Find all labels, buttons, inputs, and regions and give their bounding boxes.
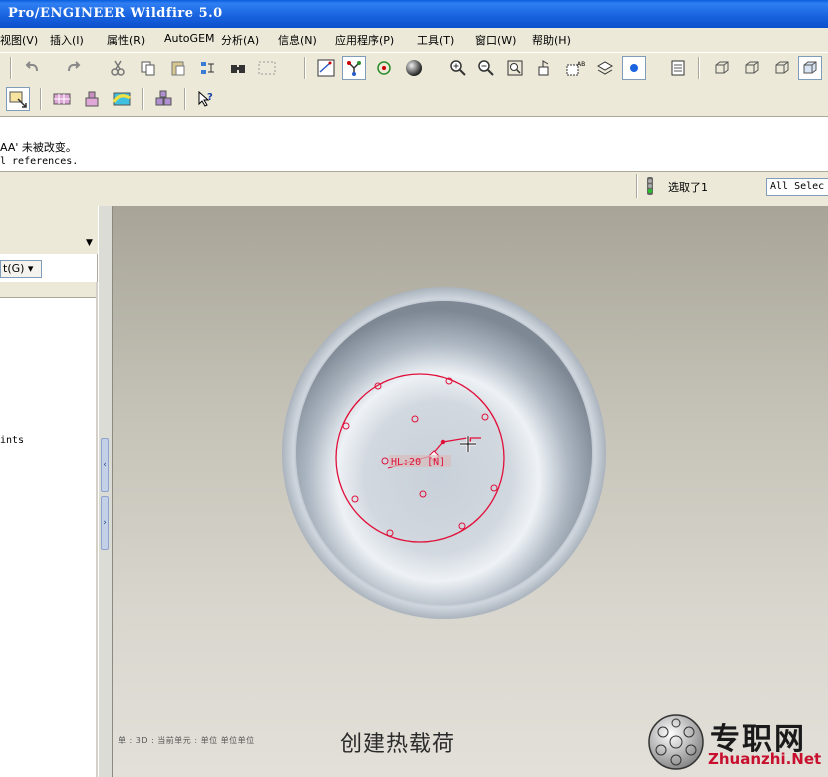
sketch-icon[interactable]	[314, 56, 338, 80]
results-icon[interactable]	[152, 87, 176, 111]
whats-this-icon[interactable]: ?	[194, 87, 218, 111]
menu-info[interactable]: 信息(N)	[278, 32, 317, 48]
navigator-panel: ▼ t(G) ▾ ints	[0, 206, 98, 777]
zoom-in-icon[interactable]	[446, 56, 470, 80]
display-style-icon[interactable]	[622, 56, 646, 80]
graphics-status-text: 单 : 3D : 当前单元 : 单位 单位单位	[118, 736, 255, 745]
traffic-light-icon	[644, 176, 656, 199]
tree-column-header	[0, 282, 96, 298]
menu-analysis[interactable]: 分析(A)	[221, 32, 259, 48]
copy-icon[interactable]	[136, 56, 160, 80]
tree-filter-label: t(G)	[3, 262, 25, 275]
toolbar-separator	[40, 88, 42, 110]
tree-item[interactable]: ints	[0, 435, 24, 446]
no-hidden-icon[interactable]	[770, 56, 794, 80]
menu-autogem[interactable]: AutoGEM	[164, 32, 215, 45]
paste-icon[interactable]	[166, 56, 190, 80]
constraint-icon[interactable]	[80, 87, 104, 111]
bowl-interior[interactable]	[296, 301, 592, 605]
toolbar-separator	[10, 57, 12, 79]
datum-display-icon[interactable]	[342, 56, 366, 80]
collapse-left-icon[interactable]: ‹	[101, 438, 109, 492]
menu-help[interactable]: 帮助(H)	[532, 32, 571, 48]
soccer-ball-logo-icon	[648, 714, 704, 770]
secondary-toolbar: ?	[0, 84, 828, 114]
graphics-window[interactable]: HL:20 [N]	[112, 206, 828, 777]
logo-english-text: Zhuanzhi.Net	[708, 750, 822, 768]
hidden-line-icon[interactable]	[740, 56, 764, 80]
message-line-2: l references.	[0, 156, 79, 167]
expand-right-icon[interactable]: ›	[101, 496, 109, 550]
status-divider	[636, 174, 638, 198]
menu-bar: 视图(V) 插入(I) 属性(R) AutoGEM 分析(A) 信息(N) 应用…	[0, 28, 828, 50]
mesh-icon[interactable]	[6, 87, 30, 111]
svg-text:?: ?	[207, 92, 213, 103]
find-icon[interactable]	[226, 56, 250, 80]
toolbar-separator	[304, 57, 306, 79]
main-toolbar: AB	[0, 52, 828, 82]
chevron-down-icon: ▾	[24, 262, 34, 275]
zoom-out-icon[interactable]	[474, 56, 498, 80]
menu-properties[interactable]: 属性(R)	[107, 32, 145, 48]
menu-view[interactable]: 视图(V)	[0, 32, 38, 48]
orient-icon[interactable]	[533, 56, 557, 80]
model-viewport[interactable]: HL:20 [N]	[113, 206, 828, 777]
video-subtitle: 创建热载荷	[340, 732, 456, 757]
select-box-icon[interactable]	[256, 56, 280, 80]
model-tree-icon[interactable]	[666, 56, 690, 80]
message-area: AA' 未被改变。 l references.	[0, 116, 828, 172]
cut-icon[interactable]	[106, 56, 130, 80]
saved-views-icon[interactable]: AB	[563, 56, 587, 80]
selection-status-bar: 选取了1 All Selec	[0, 172, 828, 200]
menu-tools[interactable]: 工具(T)	[417, 32, 454, 48]
toolbar-separator	[184, 88, 186, 110]
redo-icon[interactable]	[62, 56, 86, 80]
undo-icon[interactable]	[20, 56, 44, 80]
tree-filter-dropdown[interactable]: t(G) ▾	[0, 260, 42, 278]
svg-text:AB: AB	[577, 61, 585, 68]
menu-window[interactable]: 窗口(W)	[475, 32, 516, 48]
load-annotation[interactable]: HL:20 [N]	[391, 457, 445, 468]
watermark-logo: 专职网 Zhuanzhi.Net	[646, 712, 828, 772]
menu-applications[interactable]: 应用程序(P)	[335, 32, 394, 48]
selection-count: 选取了1	[668, 181, 708, 194]
toolbar-separator	[142, 88, 144, 110]
toolbar-separator	[698, 57, 700, 79]
panel-sash[interactable]: ‹ ›	[98, 206, 112, 777]
chevron-down-icon[interactable]: ▼	[86, 238, 93, 248]
menu-insert[interactable]: 插入(I)	[50, 32, 84, 48]
layers-icon[interactable]	[593, 56, 617, 80]
shaded-icon[interactable]	[798, 56, 822, 80]
refit-icon[interactable]	[503, 56, 527, 80]
title-bar: Pro/ENGINEER Wildfire 5.0	[0, 0, 828, 28]
navigator-header: ▼	[0, 206, 98, 254]
regenerate-icon[interactable]	[196, 56, 220, 80]
spin-center-icon[interactable]	[372, 56, 396, 80]
selection-filter-dropdown[interactable]: All Selec	[766, 178, 828, 196]
load-icon[interactable]	[50, 87, 74, 111]
load-point	[440, 439, 446, 445]
shading-icon[interactable]	[402, 56, 426, 80]
window-title: Pro/ENGINEER Wildfire 5.0	[8, 6, 223, 21]
analysis-icon[interactable]	[110, 87, 134, 111]
wireframe-icon[interactable]	[710, 56, 734, 80]
message-line-1: AA' 未被改变。	[0, 141, 77, 154]
